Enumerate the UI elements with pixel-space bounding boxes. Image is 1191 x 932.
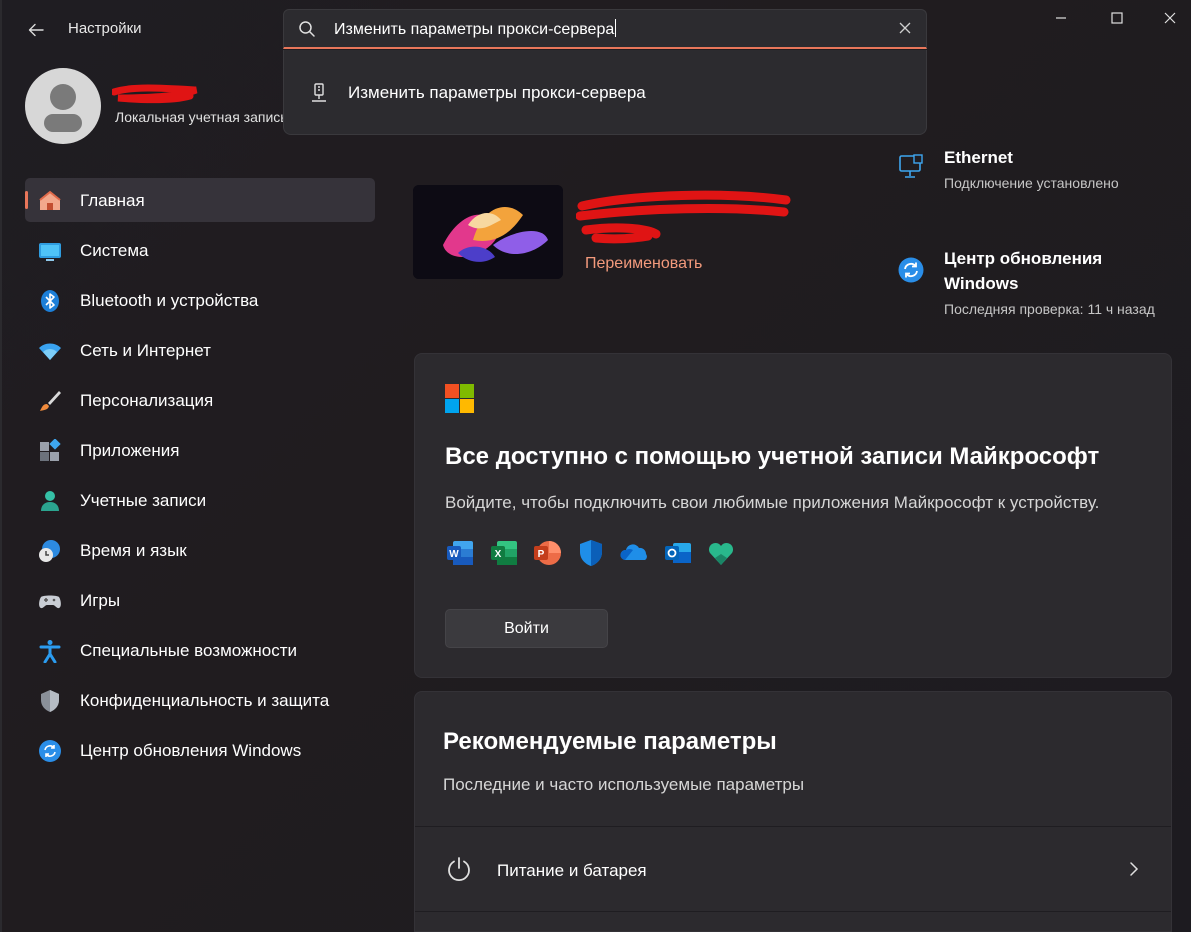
family-icon (708, 542, 734, 565)
search-suggestion-label: Изменить параметры прокси-сервера (348, 83, 646, 102)
powerpoint-icon: P (534, 541, 561, 565)
search-suggestion-item[interactable]: Изменить параметры прокси-сервера (308, 82, 646, 104)
wallpaper-image (413, 185, 563, 279)
update-status-subtitle: Последняя проверка: 11 ч назад (944, 301, 1155, 317)
app-icons-row: W X P (445, 538, 750, 568)
proxy-network-icon (312, 83, 326, 102)
sidebar-item-label: Система (80, 241, 149, 260)
sidebar-item-privacy[interactable]: Конфиденциальность и защита (25, 678, 375, 722)
close-window-button[interactable] (1147, 0, 1191, 36)
sidebar-item-network[interactable]: Сеть и Интернет (25, 328, 375, 372)
avatar-body (44, 114, 82, 132)
back-arrow-icon (28, 23, 44, 37)
sidebar-item-label: Время и язык (80, 541, 187, 560)
card-title: Все доступно с помощью учетной записи Ма… (445, 443, 1100, 470)
device-wallpaper-thumbnail (413, 185, 563, 279)
sidebar-item-label: Центр обновления Windows (80, 741, 302, 760)
microsoft-logo-icon (445, 384, 474, 413)
svg-text:P: P (538, 549, 545, 560)
search-input[interactable]: Изменить параметры прокси-сервера (334, 19, 617, 39)
account-type: Локальная учетная запись (115, 109, 283, 125)
sidebar-item-home[interactable]: Главная (25, 178, 375, 222)
sidebar-item-label: Учетные записи (80, 491, 207, 510)
sidebar-item-label: Приложения (80, 441, 180, 460)
sidebar-item-system[interactable]: Система (25, 228, 375, 272)
sidebar-item-time-language[interactable]: Время и язык (25, 528, 375, 572)
search-suggestions-dropdown: Изменить параметры прокси-сервера (283, 50, 927, 135)
brush-icon (40, 391, 61, 411)
sidebar-item-label: Bluetooth и устройства (80, 291, 259, 310)
accessibility-icon (39, 640, 61, 663)
sidebar-item-label: Сеть и Интернет (80, 341, 211, 360)
sidebar-item-accounts[interactable]: Учетные записи (25, 478, 375, 522)
search-input-value: Изменить параметры прокси-сервера (334, 21, 615, 38)
signin-button[interactable]: Войти (445, 609, 608, 648)
sidebar-item-gaming[interactable]: Игры (25, 578, 375, 622)
sidebar-item-label: Игры (80, 591, 121, 610)
wifi-icon (39, 343, 61, 360)
search-icon (299, 21, 315, 37)
card-description: Войдите, чтобы подключить свои любимые п… (445, 493, 1100, 512)
settings-window: Настройки Локальная учетная запись Главн… (0, 0, 1191, 932)
recommended-item-power[interactable]: Питание и батарея (415, 826, 1171, 912)
minimize-icon (1056, 17, 1066, 19)
recommended-settings-card: Рекомендуемые параметры Последние и част… (414, 691, 1172, 932)
profile-name-redacted (112, 84, 198, 104)
sidebar-item-bluetooth[interactable]: Bluetooth и устройства (25, 278, 375, 322)
account-icon (41, 491, 59, 511)
network-status-title[interactable]: Ethernet (944, 145, 1013, 170)
recommended-subtitle: Последние и часто используемые параметры (443, 775, 805, 794)
defender-icon (579, 540, 602, 566)
device-name-redacted (576, 190, 791, 244)
microsoft-account-card: Все доступно с помощью учетной записи Ма… (414, 353, 1172, 678)
svg-text:X: X (494, 549, 501, 560)
recommended-title: Рекомендуемые параметры (443, 728, 777, 755)
sidebar-item-label: Персонализация (80, 391, 214, 410)
rename-device-link[interactable]: Переименовать (585, 255, 702, 273)
sidebar-item-windows-update[interactable]: Центр обновления Windows (25, 728, 375, 772)
clear-search-icon[interactable] (898, 21, 912, 35)
update-icon (39, 740, 61, 762)
back-button[interactable] (20, 14, 52, 46)
onedrive-icon (620, 544, 647, 560)
sidebar-item-accessibility[interactable]: Специальные возможности (25, 628, 375, 672)
app-title: Настройки (68, 20, 142, 37)
search-box[interactable]: Изменить параметры прокси-сервера (283, 9, 927, 49)
excel-icon: X (490, 541, 517, 565)
sidebar-nav: Главная Система Bluetooth и устройства С… (25, 178, 375, 778)
network-status-subtitle: Подключение установлено (944, 175, 1119, 191)
bluetooth-icon (41, 290, 59, 312)
minimize-button[interactable] (1038, 0, 1084, 36)
avatar[interactable] (25, 68, 101, 144)
close-icon (1164, 12, 1176, 24)
gamepad-icon (39, 595, 61, 609)
system-display-icon (39, 243, 61, 261)
sidebar-item-apps[interactable]: Приложения (25, 428, 375, 472)
ethernet-icon (899, 154, 923, 178)
shield-icon (41, 690, 59, 712)
windows-update-status-icon (898, 257, 924, 283)
apps-icon (40, 439, 61, 461)
chevron-right-icon (1130, 862, 1139, 876)
power-icon (448, 857, 470, 882)
svg-text:W: W (449, 549, 459, 560)
sidebar-item-label: Специальные возможности (80, 641, 298, 660)
recommended-item-label: Питание и батарея (497, 861, 647, 880)
maximize-button[interactable] (1094, 0, 1140, 36)
clock-globe-icon (39, 540, 60, 562)
avatar-head (50, 84, 76, 110)
sidebar-item-personalization[interactable]: Персонализация (25, 378, 375, 422)
sidebar-item-label: Главная (80, 191, 145, 210)
home-icon (39, 190, 61, 210)
sidebar-item-label: Конфиденциальность и защита (80, 691, 330, 710)
outlook-icon (664, 543, 691, 563)
text-caret (615, 19, 617, 37)
update-status-title[interactable]: Центр обновления Windows (944, 246, 1144, 296)
maximize-icon (1111, 12, 1123, 24)
word-icon: W (447, 541, 473, 565)
